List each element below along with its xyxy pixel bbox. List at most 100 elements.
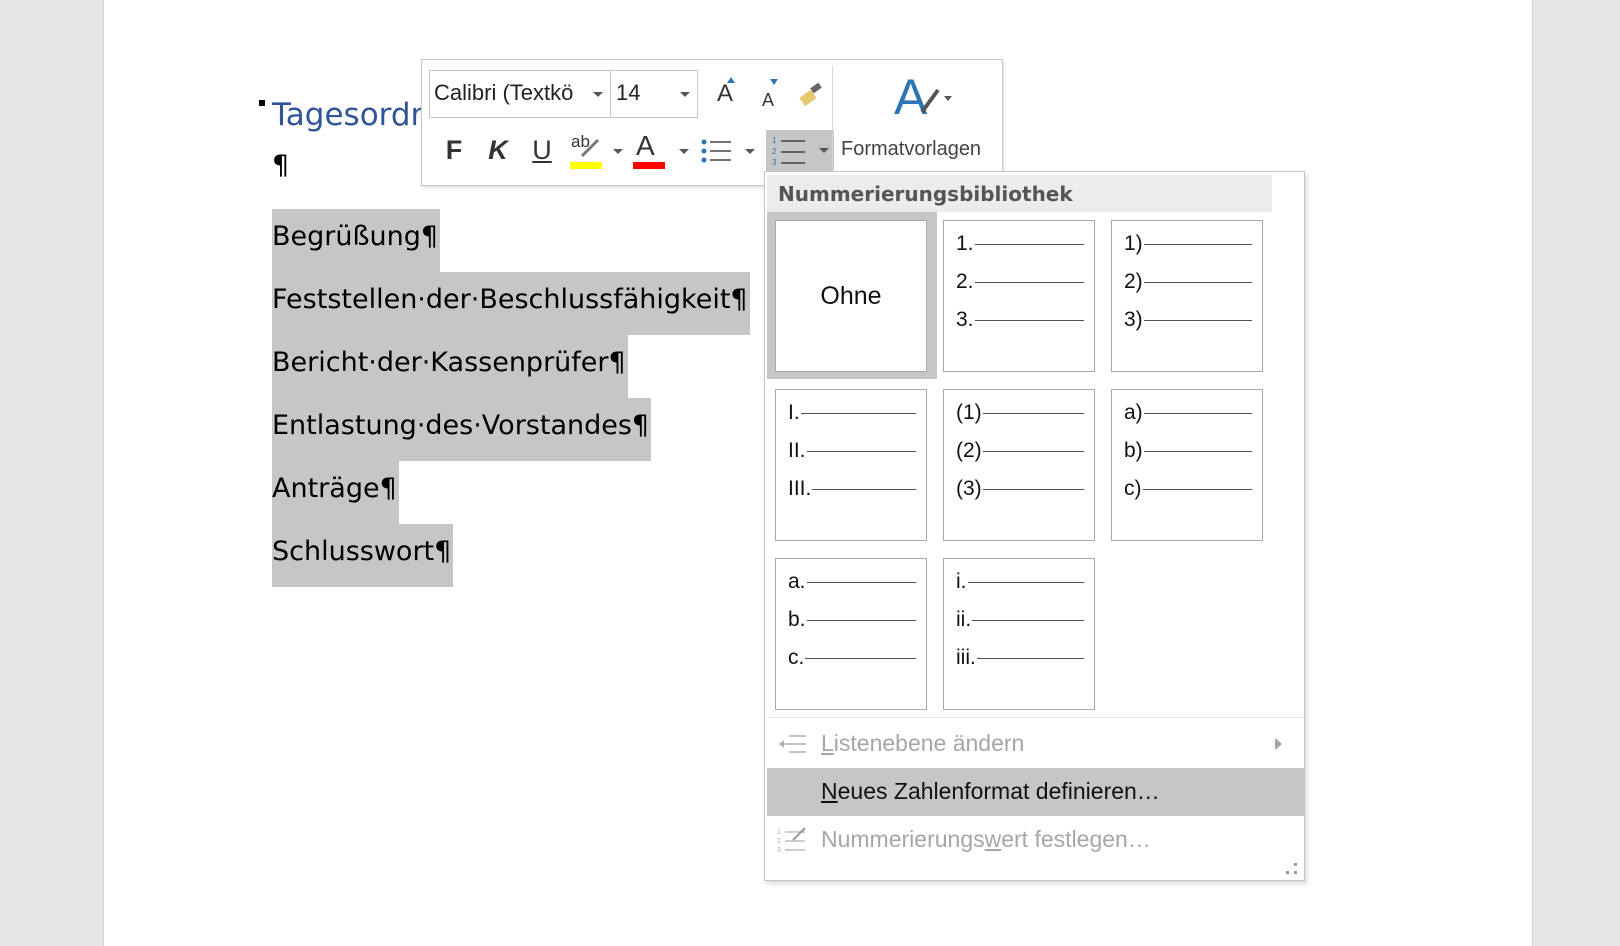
numbering-format-row: c): [1124, 477, 1252, 501]
font-size-combobox[interactable]: 14: [610, 70, 698, 118]
highlighter-pen-icon: [580, 138, 600, 158]
numbering-format-tile[interactable]: a) b) c): [1111, 389, 1263, 541]
numbering-none-label: Ohne: [820, 281, 882, 310]
menu-separator: [767, 717, 1304, 718]
font-color-dropdown-icon[interactable]: [679, 149, 689, 154]
font-name-dropdown-icon[interactable]: [593, 92, 603, 97]
numbering-format-tile[interactable]: I. II. III.: [775, 389, 927, 541]
agenda-paragraph[interactable]: Begrüßung¶: [272, 209, 441, 272]
shrink-arrow-icon: [770, 79, 778, 85]
numbering-format-label: a): [1124, 401, 1143, 424]
agenda-paragraph[interactable]: Schlusswort¶: [272, 524, 454, 587]
numbering-format-line: [1143, 319, 1252, 321]
label-part: eues Zahlenformat definieren…: [837, 778, 1160, 804]
change-list-level-icon: [779, 735, 806, 753]
font-name-combobox[interactable]: Calibri (Textkö: [429, 70, 611, 118]
numbering-format-row: 1.: [956, 232, 1084, 256]
underline-button[interactable]: U: [524, 130, 560, 170]
numbering-format-label: iii.: [956, 646, 976, 669]
set-numbering-value-label: Nummerierungswert festlegen…: [821, 826, 1151, 853]
numbering-format-none[interactable]: Ohne: [775, 220, 927, 372]
highlight-button[interactable]: ab: [564, 130, 606, 172]
styles-button[interactable]: A: [884, 66, 964, 126]
bullets-dropdown-icon[interactable]: [745, 149, 755, 154]
numbering-format-label: b.: [788, 608, 806, 631]
numbering-format-row: (3): [956, 477, 1084, 501]
agenda-paragraph[interactable]: Feststellen·der·Beschlussfähigkeit¶: [272, 272, 750, 335]
font-size-dropdown-icon[interactable]: [680, 92, 690, 97]
shrink-font-button[interactable]: A: [750, 78, 786, 116]
font-color-glyph: A: [636, 130, 655, 161]
set-numbering-value-item[interactable]: 1 2 3 Nummerierungswert festlegen…: [767, 816, 1304, 864]
numbering-library-header: Nummerierungsbibliothek: [767, 175, 1272, 212]
agenda-paragraph[interactable]: Anträge¶: [272, 461, 399, 524]
font-color-bar: [633, 162, 665, 169]
italic-button[interactable]: K: [480, 130, 516, 170]
numbering-format-row: a.: [788, 570, 916, 594]
bullets-button[interactable]: [696, 132, 736, 170]
numbering-format-label: 2): [1124, 270, 1143, 293]
numbering-format-label: (3): [956, 477, 982, 500]
mini-toolbar: Calibri (Textkö 14 A A F K U ab A 1 2 3 …: [421, 59, 1003, 186]
define-new-number-format-item[interactable]: Neues Zahlenformat definieren…: [767, 768, 1304, 816]
numbering-format-label: 2.: [956, 270, 974, 293]
numbering-format-line: [972, 619, 1085, 621]
numbering-format-tile[interactable]: a. b. c.: [775, 558, 927, 710]
svg-text:3: 3: [772, 158, 777, 167]
numbering-format-line: [805, 657, 917, 659]
numbering-format-tile[interactable]: 1) 2) 3): [1111, 220, 1263, 372]
numbering-format-line: [967, 581, 1084, 583]
empty-paragraph[interactable]: ¶: [272, 150, 289, 181]
numbering-library-dropdown: Nummerierungsbibliothek Ohne 1. 2. 3. 1) 2) 3…: [764, 171, 1305, 881]
numbering-format-line: [982, 450, 1084, 452]
numbering-format-line: [974, 281, 1084, 283]
font-color-button[interactable]: A: [628, 130, 668, 172]
numbering-dropdown-icon[interactable]: [819, 148, 829, 153]
numbering-format-row: c.: [788, 646, 917, 670]
numbering-format-line: [976, 657, 1084, 659]
bullet-list-icon: [701, 139, 731, 163]
numbering-format-line: [806, 450, 916, 452]
numbering-format-label: i.: [956, 570, 967, 593]
grow-font-button[interactable]: A: [706, 74, 744, 114]
highlight-dropdown-icon[interactable]: [613, 149, 623, 154]
numbering-format-row: iii.: [956, 646, 1084, 670]
numbering-format-label: 3): [1124, 308, 1143, 331]
document-heading[interactable]: Tagesordn: [272, 97, 430, 133]
svg-text:A: A: [894, 70, 928, 122]
numbering-format-label: c): [1124, 477, 1142, 500]
numbering-format-row: 1): [1124, 232, 1252, 256]
svg-text:3: 3: [777, 847, 781, 854]
numbering-format-line: [1143, 281, 1252, 283]
numbering-format-line: [806, 619, 916, 621]
numbering-format-line: [1143, 450, 1252, 452]
grow-font-glyph: A: [716, 80, 733, 107]
numbering-format-tile[interactable]: i. ii. iii.: [943, 558, 1095, 710]
numbering-format-line: [1143, 412, 1252, 414]
numbering-format-row: a): [1124, 401, 1252, 425]
format-painter-icon: [799, 82, 822, 107]
numbering-format-row: (2): [956, 439, 1084, 463]
resize-grip-icon[interactable]: [1286, 863, 1298, 875]
bold-button[interactable]: F: [436, 130, 472, 170]
styles-label[interactable]: Formatvorlagen: [841, 138, 981, 161]
agenda-paragraph[interactable]: Bericht·der·Kassenprüfer¶: [272, 335, 628, 398]
numbering-format-label: a.: [788, 570, 806, 593]
numbering-format-tile[interactable]: 1. 2. 3.: [943, 220, 1095, 372]
numbering-format-line: [806, 581, 916, 583]
change-list-level-label: Listenebene ändern: [821, 730, 1024, 757]
change-list-level-item[interactable]: Listenebene ändern: [767, 720, 1304, 768]
numbering-format-row: 3): [1124, 308, 1252, 332]
numbering-format-row: (1): [956, 401, 1084, 425]
set-numbering-value-icon: 1 2 3: [777, 827, 806, 854]
numbering-format-label: III.: [788, 477, 812, 500]
agenda-paragraph[interactable]: Entlastung·des·Vorstandes¶: [272, 398, 652, 461]
numbering-format-tile[interactable]: (1) (2) (3): [943, 389, 1095, 541]
numbering-format-row: i.: [956, 570, 1084, 594]
format-painter-button[interactable]: [792, 74, 830, 114]
numbering-format-line: [982, 412, 1084, 414]
numbering-format-line: [812, 488, 917, 490]
numbering-format-row: b): [1124, 439, 1252, 463]
numbering-button[interactable]: 1 2 3: [766, 130, 834, 171]
label-part: Nummerierungs: [821, 826, 985, 852]
